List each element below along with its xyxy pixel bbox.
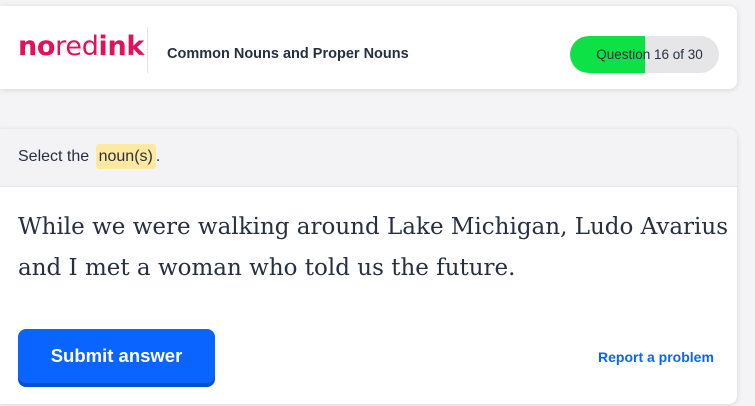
progress-text: Question 16 of 30 [570,47,719,62]
prompt-highlight: noun(s) [95,144,156,169]
noredink-logo[interactable]: noredink [18,32,144,62]
logo-part-no: no [18,31,56,62]
prompt-bar: Select the noun(s). [0,129,737,187]
submit-answer-button[interactable]: Submit answer [18,329,215,383]
progress-counter: 16 of 30 [654,47,703,62]
header-divider [147,27,148,73]
progress-label: Question [596,47,651,62]
report-problem-link[interactable]: Report a problem [598,349,714,365]
assignment-title: Common Nouns and Proper Nouns [167,46,409,62]
top-header: noredink Common Nouns and Proper Nouns Q… [0,6,737,89]
question-progress-bar: Question 16 of 30 [570,36,719,73]
question-prompt: Select the noun(s). [18,144,161,169]
logo-part-red: red [55,31,99,62]
logo-part-ink: ink [98,31,145,62]
question-card: Select the noun(s). While we were walkin… [0,129,737,404]
prompt-prefix: Select the [18,148,94,165]
prompt-suffix: . [155,148,161,165]
question-sentence[interactable]: While we were walking around Lake Michig… [18,207,728,289]
